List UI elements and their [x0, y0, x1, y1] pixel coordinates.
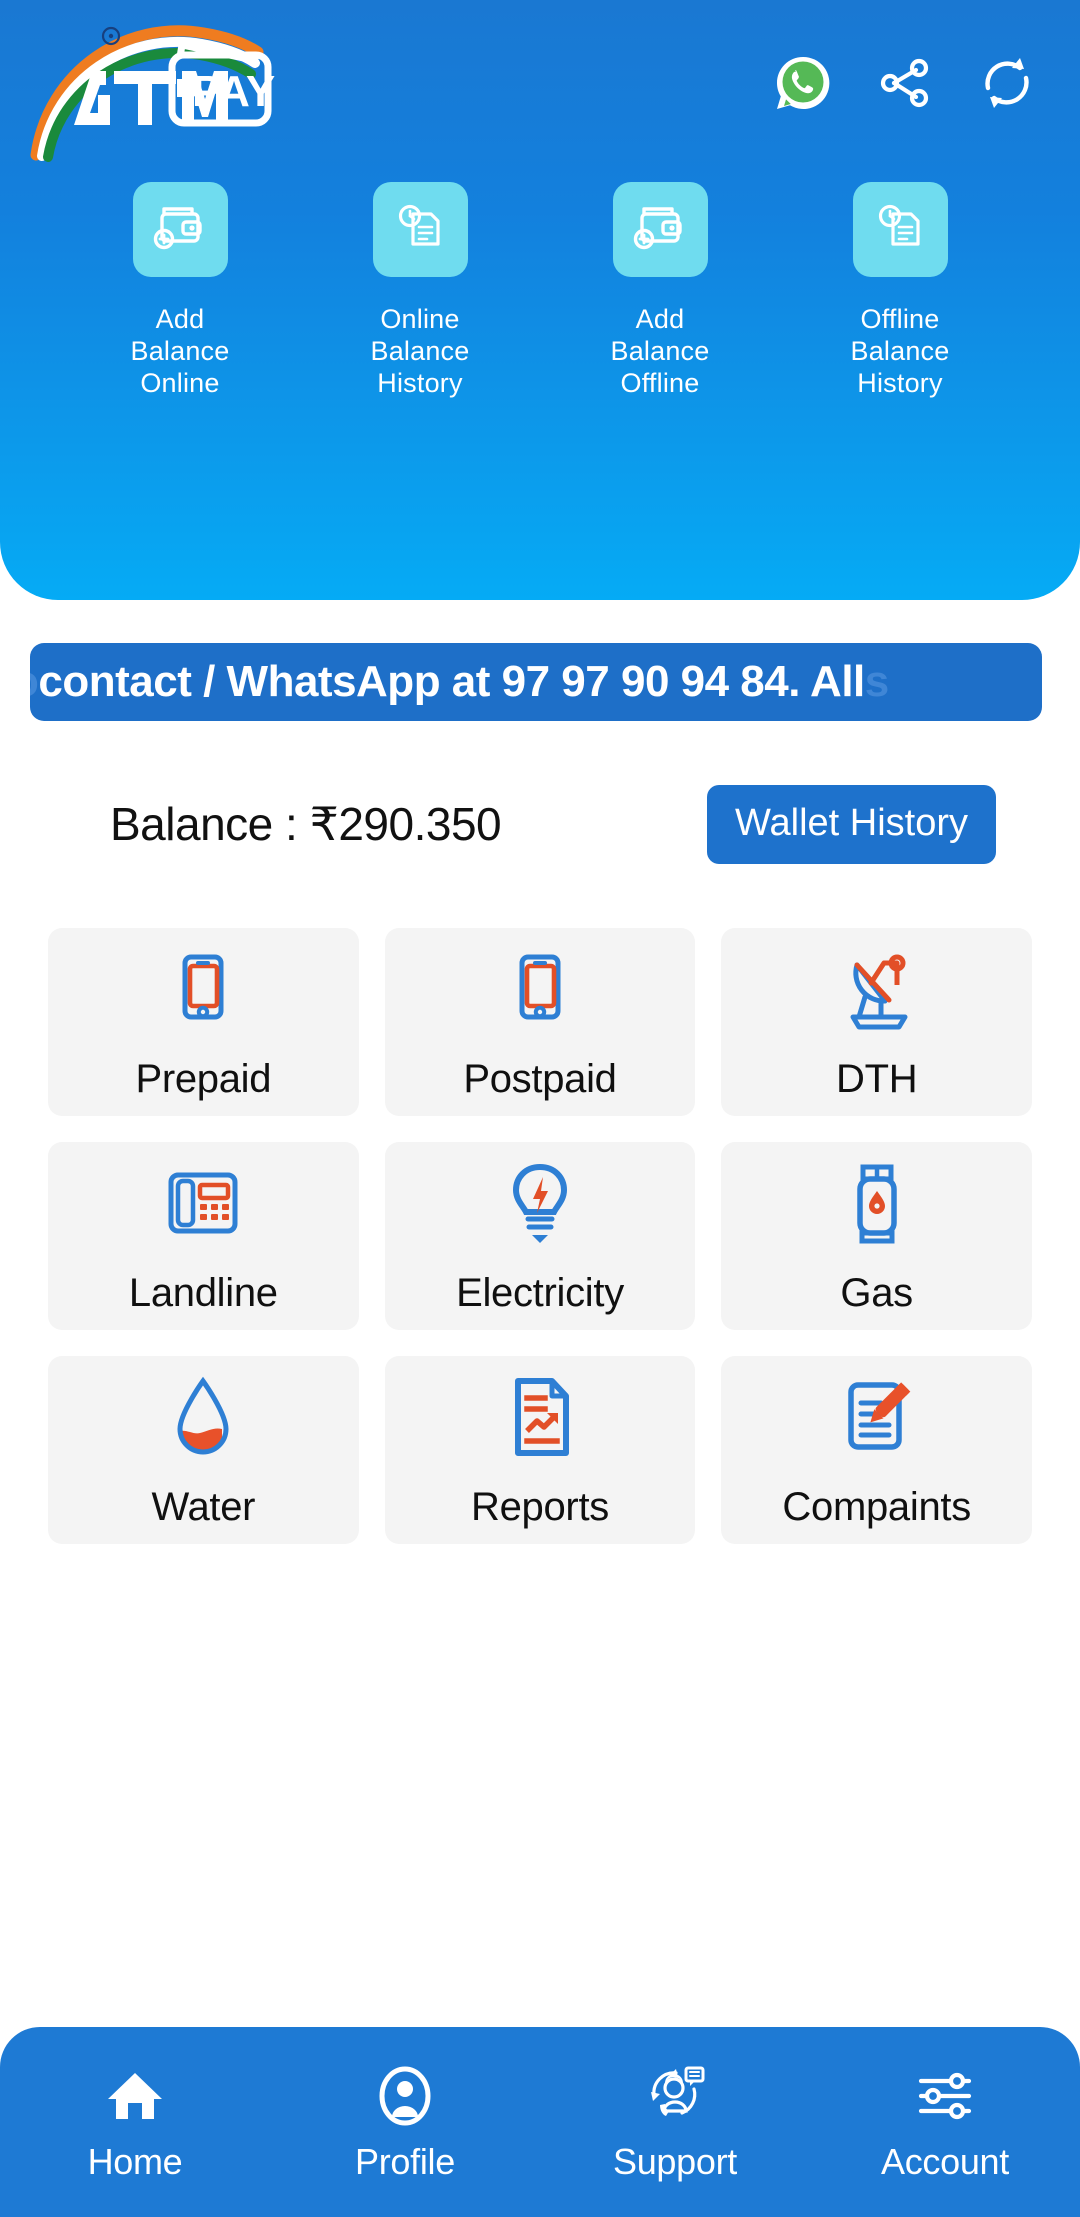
app-header: PAY Add Balance Online Online Balance Hi…: [0, 0, 1080, 600]
complaint-edit-icon: [837, 1371, 917, 1463]
gas-cylinder-icon: [842, 1157, 912, 1249]
quick-actions-row: Add Balance Online Online Balance Histor…: [0, 182, 1080, 399]
service-label: Gas: [840, 1270, 913, 1315]
satellite-dish-icon: [827, 943, 927, 1035]
quick-action-add-balance-online[interactable]: Add Balance Online: [100, 182, 260, 399]
nav-item-support[interactable]: Support: [570, 2053, 780, 2183]
account-sliders-icon: [913, 2053, 977, 2127]
quick-action-label: Online Balance History: [370, 304, 470, 398]
announcement-marquee: ocontact / WhatsApp at 97 97 90 94 84. A…: [30, 643, 1042, 721]
mobile-phone-icon: [501, 943, 579, 1035]
profile-person-icon: [374, 2053, 436, 2127]
services-grid: Prepaid Postpaid DTH Landline Electricit…: [48, 928, 1032, 1544]
service-label: Postpaid: [463, 1056, 617, 1101]
quick-action-online-balance-history[interactable]: Online Balance History: [340, 182, 500, 399]
mobile-phone-icon: [164, 943, 242, 1035]
service-label: Reports: [471, 1484, 609, 1529]
marquee-body: contact / WhatsApp at 97 97 90 94 84. Al…: [38, 657, 865, 706]
landline-phone-icon: [155, 1157, 251, 1249]
svg-text:PAY: PAY: [192, 67, 275, 116]
support-agent-icon: [642, 2053, 708, 2127]
marquee-suffix: s: [864, 657, 889, 706]
balance-row: Balance : ₹290.350 Wallet History: [42, 760, 1038, 888]
service-label: Landline: [128, 1270, 278, 1315]
service-dth[interactable]: DTH: [721, 928, 1032, 1116]
report-document-icon: [502, 1371, 578, 1463]
app-logo: PAY: [22, 13, 352, 163]
service-label: Prepaid: [135, 1056, 272, 1101]
nav-item-profile[interactable]: Profile: [300, 2053, 510, 2183]
wallet-history-button[interactable]: Wallet History: [707, 784, 996, 864]
history-document-icon: [871, 198, 929, 261]
header-actions: [772, 52, 1038, 124]
nav-label: Support: [613, 2141, 737, 2182]
service-label: Compaints: [782, 1484, 971, 1529]
nav-label: Account: [881, 2141, 1009, 2182]
quick-action-offline-balance-history[interactable]: Offline Balance History: [820, 182, 980, 399]
quick-action-tile: [132, 182, 228, 277]
service-gas[interactable]: Gas: [721, 1142, 1032, 1330]
service-landline[interactable]: Landline: [48, 1142, 359, 1330]
quick-action-tile: [852, 182, 948, 277]
history-document-icon: [391, 198, 449, 261]
nav-label: Home: [87, 2141, 183, 2182]
quick-action-tile: [372, 182, 468, 277]
service-complaints[interactable]: Compaints: [721, 1356, 1032, 1544]
header-top-bar: PAY: [0, 0, 1080, 175]
wallet-balance-label: Balance : ₹290.350: [110, 798, 502, 850]
service-reports[interactable]: Reports: [384, 1356, 696, 1544]
service-label: Water: [151, 1484, 256, 1529]
nav-item-account[interactable]: Account: [840, 2053, 1050, 2183]
service-prepaid[interactable]: Prepaid: [48, 928, 359, 1116]
wallet-plus-icon: [151, 198, 209, 261]
nav-label: Profile: [355, 2141, 455, 2182]
quick-action-label: Offline Balance History: [850, 304, 950, 398]
service-water[interactable]: Water: [48, 1356, 359, 1544]
quick-action-add-balance-offline[interactable]: Add Balance Offline: [580, 182, 740, 399]
light-bulb-icon: [504, 1157, 576, 1249]
wallet-plus-icon: [631, 198, 689, 261]
quick-action-tile: [612, 182, 708, 277]
whatsapp-icon[interactable]: [772, 52, 834, 114]
marquee-text: ocontact / WhatsApp at 97 97 90 94 84. A…: [30, 657, 889, 707]
bottom-navigation: Home Profile Support Account: [0, 2027, 1080, 2217]
water-drop-icon: [168, 1371, 238, 1463]
quick-action-label: Add Balance Online: [130, 304, 230, 398]
refresh-icon[interactable]: [976, 52, 1038, 114]
quick-action-label: Add Balance Offline: [610, 304, 710, 398]
service-label: Electricity: [456, 1270, 624, 1315]
service-postpaid[interactable]: Postpaid: [384, 928, 696, 1116]
service-label: DTH: [836, 1056, 918, 1101]
home-icon: [104, 2053, 166, 2127]
nav-item-home[interactable]: Home: [30, 2053, 240, 2183]
app-screen: PAY Add Balance Online Online Balance Hi…: [0, 0, 1080, 2217]
service-electricity[interactable]: Electricity: [384, 1142, 696, 1330]
share-icon[interactable]: [874, 52, 936, 114]
